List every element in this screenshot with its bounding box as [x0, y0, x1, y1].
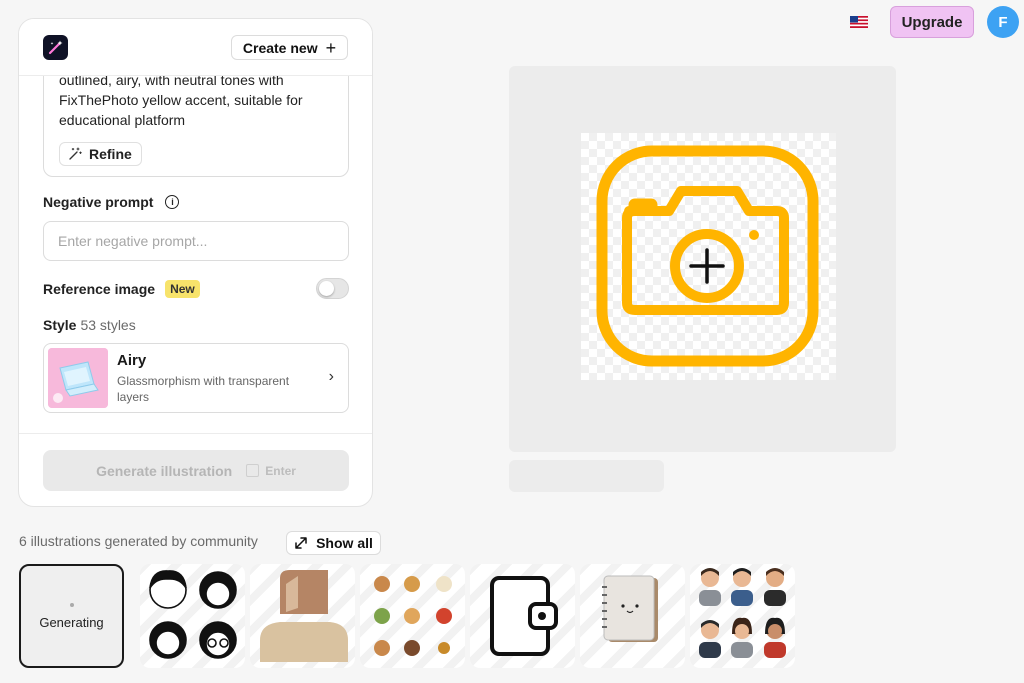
chevron-right-icon: ›: [328, 368, 334, 385]
upgrade-button[interactable]: Upgrade: [890, 6, 974, 38]
community-thumbnail-avatars[interactable]: [140, 564, 245, 668]
style-description: Glassmorphism with transparent layers: [117, 374, 290, 404]
new-badge: New: [165, 280, 200, 298]
prompt-text[interactable]: outlined, airy, with neutral tones with …: [59, 70, 339, 130]
show-all-button[interactable]: Show all: [286, 531, 381, 555]
avatars-bw-icon: [149, 570, 237, 659]
create-new-button[interactable]: Create new +: [231, 35, 348, 60]
notebook-icon: [602, 575, 658, 642]
community-label: 6 illustrations generated by community: [19, 533, 258, 549]
app-logo-icon[interactable]: [43, 35, 68, 60]
style-thumbnail: [48, 348, 108, 408]
generating-thumbnail[interactable]: Generating: [19, 564, 124, 668]
negative-prompt-input[interactable]: [43, 221, 349, 261]
3d-people-avatars: [699, 568, 786, 658]
refine-label: Refine: [89, 146, 132, 162]
expand-icon: [295, 537, 307, 549]
avatar[interactable]: F: [987, 6, 1019, 38]
plus-icon: +: [325, 37, 337, 58]
food-icons: [374, 576, 452, 656]
enter-shortcut: Enter: [246, 464, 296, 478]
camera-plus-icon: [596, 145, 819, 367]
wallet-icon: [490, 576, 558, 656]
divider: [19, 433, 372, 434]
magic-wand-icon: [69, 147, 82, 160]
community-thumbnail-food[interactable]: [360, 564, 465, 668]
generated-image[interactable]: [581, 133, 836, 380]
toggle-knob: [319, 281, 334, 296]
style-name: Airy: [117, 352, 147, 369]
community-thumbnail-notebook[interactable]: [580, 564, 685, 668]
community-thumbnail-portrait[interactable]: [250, 564, 355, 668]
panel-header: Create new +: [19, 19, 372, 76]
generator-panel: Create new + outlined, airy, with neutra…: [18, 18, 373, 507]
info-icon[interactable]: i: [165, 195, 180, 209]
loading-dot: [69, 602, 74, 607]
style-selector[interactable]: Airy Glassmorphism with transparent laye…: [43, 343, 349, 413]
create-new-label: Create new: [242, 39, 318, 56]
community-thumbnail-people[interactable]: [690, 564, 795, 668]
generate-label: Generate illustration: [96, 462, 233, 479]
refine-button[interactable]: Refine: [59, 142, 142, 166]
reference-image-label: Reference image New: [43, 280, 200, 298]
negative-prompt-label: Negative prompt i: [43, 194, 180, 210]
generate-illustration-button[interactable]: Generate illustration Enter: [43, 450, 349, 491]
style-label: Style 53 styles: [43, 317, 136, 333]
enter-key-icon: [246, 464, 260, 477]
reference-image-toggle[interactable]: [316, 278, 349, 299]
preview-canvas: [509, 66, 896, 452]
us-flag-icon[interactable]: [850, 16, 868, 28]
style-count: 53 styles: [80, 317, 136, 333]
hair-portrait-icon: [260, 570, 348, 662]
image-actions-bar: [509, 460, 664, 492]
community-thumbnail-wallet[interactable]: [470, 564, 575, 668]
